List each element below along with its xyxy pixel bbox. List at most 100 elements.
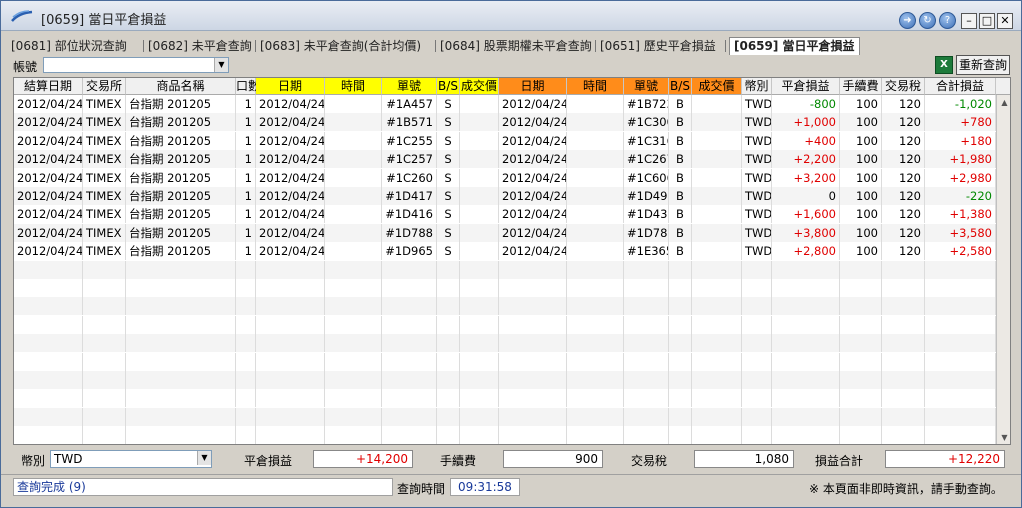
status-message: 查詢完成 (9) — [13, 478, 393, 496]
column-header-close-price[interactable]: 成交價 — [692, 78, 742, 95]
cell-tax: 120 — [882, 242, 925, 261]
cell-product: 台指期 201205 — [126, 187, 236, 205]
scroll-up-icon[interactable]: ▲ — [997, 95, 1010, 110]
table-row[interactable]: 2012/04/24 TIMEX 台指期 201205 1 2012/04/24 #1C2… — [14, 150, 996, 169]
column-header-pl[interactable]: 平倉損益 — [772, 78, 840, 95]
cell-pl: +1,000 — [772, 113, 840, 132]
tab-0651[interactable]: [0651] 歷史平倉損益 — [600, 38, 716, 54]
table-row[interactable]: 2012/04/24 TIMEX 台指期 201205 1 2012/04/24 #1D7… — [14, 223, 996, 242]
tab-0684[interactable]: [0684] 股票期權未平倉查詢 — [440, 38, 592, 54]
cell-close-bs — [669, 315, 692, 334]
column-header-open-bs[interactable]: B/S — [437, 78, 460, 95]
help-icon[interactable]: ? — [939, 12, 956, 29]
column-header-spacer — [996, 78, 1010, 95]
cell-open-time — [325, 150, 382, 169]
column-header-open-time[interactable]: 時間 — [325, 78, 382, 95]
chevron-down-icon[interactable]: ▼ — [214, 58, 228, 72]
cell-currency — [742, 279, 772, 297]
account-label: 帳號 — [13, 60, 38, 74]
column-header-close-date[interactable]: 日期 — [499, 78, 567, 95]
cell-quantity — [236, 260, 256, 279]
vertical-scrollbar[interactable]: ▲ ▼ — [996, 95, 1010, 444]
excel-icon[interactable]: X — [935, 56, 953, 74]
tab-0681[interactable]: [0681] 部位狀況查詢 — [11, 38, 127, 54]
cell-pl — [772, 371, 840, 389]
tab-0659[interactable]: [0659] 當日平倉損益 — [729, 37, 860, 55]
cell-close-order-no — [624, 334, 669, 353]
column-header-close-order-no[interactable]: 單號 — [624, 78, 669, 95]
cell-close-date — [499, 407, 567, 426]
query-time-label: 查詢時間 — [397, 482, 446, 496]
refresh-icon[interactable]: ↻ — [919, 12, 936, 29]
column-header-close-time[interactable]: 時間 — [567, 78, 624, 95]
cell-close-bs — [669, 407, 692, 426]
cell-quantity: 1 — [236, 168, 256, 187]
column-header-close-bs[interactable]: B/S — [669, 78, 692, 95]
cell-open-bs: S — [437, 242, 460, 261]
cell-total-pl: +3,580 — [925, 223, 996, 242]
cell-product — [126, 297, 236, 316]
cell-close-bs: B — [669, 95, 692, 113]
tab-0682[interactable]: [0682] 未平倉查詢 — [148, 38, 252, 54]
cell-open-time — [325, 334, 382, 353]
summary-fee-value: 900 — [503, 450, 603, 468]
column-header-open-order-no[interactable]: 單號 — [382, 78, 437, 95]
column-header-total-pl[interactable]: 合計損益 — [925, 78, 996, 95]
cell-tax: 120 — [882, 187, 925, 205]
column-header-fee[interactable]: 手續費 — [840, 78, 882, 95]
table-row[interactable]: 2012/04/24 TIMEX 台指期 201205 1 2012/04/24 #1C2… — [14, 131, 996, 150]
table-row[interactable]: 2012/04/24 TIMEX 台指期 201205 1 2012/04/24 #1B5… — [14, 113, 996, 132]
cell-pl: +2,200 — [772, 150, 840, 169]
column-header-tax[interactable]: 交易稅 — [882, 78, 925, 95]
cell-fee: 100 — [840, 95, 882, 113]
table-row[interactable]: 2012/04/24 TIMEX 台指期 201205 1 2012/04/24 #1C2… — [14, 168, 996, 187]
close-button[interactable]: ✕ — [997, 13, 1013, 29]
column-header-settle-date[interactable]: 結算日期 — [14, 78, 83, 95]
maximize-button[interactable]: □ — [979, 13, 995, 29]
cell-open-price — [460, 297, 499, 316]
cell-close-order-no — [624, 371, 669, 389]
cell-close-order-no: #1D789 — [624, 223, 669, 242]
table-row[interactable]: 2012/04/24 TIMEX 台指期 201205 1 2012/04/24 #1D4… — [14, 187, 996, 205]
currency-select[interactable]: TWD ▼ — [50, 450, 212, 468]
minimize-button[interactable]: – — [961, 13, 977, 29]
column-header-currency[interactable]: 幣別 — [742, 78, 772, 95]
cell-fee — [840, 352, 882, 371]
empty-row — [14, 371, 996, 389]
table-row[interactable]: 2012/04/24 TIMEX 台指期 201205 1 2012/04/24 #1A4… — [14, 95, 996, 113]
cell-open-date: 2012/04/24 — [256, 131, 325, 150]
column-header-exchange[interactable]: 交易所 — [83, 78, 126, 95]
summary-currency-label: 幣別 — [21, 454, 46, 468]
scroll-down-icon[interactable]: ▼ — [997, 430, 1010, 444]
cell-product: 台指期 201205 — [126, 242, 236, 261]
export-arrow-icon[interactable]: ➜ — [899, 12, 916, 29]
cell-product: 台指期 201205 — [126, 95, 236, 113]
app-logo-icon — [11, 10, 33, 22]
cell-product — [126, 371, 236, 389]
cell-close-bs — [669, 297, 692, 316]
column-header-quantity[interactable]: 口數 — [236, 78, 260, 95]
cell-total-pl: +180 — [925, 131, 996, 150]
summary-total-value: +12,220 — [885, 450, 1005, 468]
cell-open-time — [325, 205, 382, 224]
cell-close-date: 2012/04/24 — [499, 150, 567, 169]
cell-close-bs — [669, 334, 692, 353]
cell-exchange — [83, 260, 126, 279]
requery-button[interactable]: 重新查詢 — [956, 55, 1010, 75]
tab-separator — [143, 40, 144, 52]
account-select[interactable]: ▼ — [43, 57, 229, 73]
table-row[interactable]: 2012/04/24 TIMEX 台指期 201205 1 2012/04/24 #1D4… — [14, 205, 996, 224]
column-header-open-price[interactable]: 成交價 — [460, 78, 499, 95]
table-row[interactable]: 2012/04/24 TIMEX 台指期 201205 1 2012/04/24 #1D9… — [14, 242, 996, 261]
chevron-down-icon[interactable]: ▼ — [197, 451, 211, 465]
cell-close-price — [692, 131, 742, 150]
cell-total-pl: -220 — [925, 187, 996, 205]
empty-row — [14, 334, 996, 353]
tab-0683[interactable]: [0683] 未平倉查詢(合計均價) — [260, 38, 421, 54]
cell-open-date: 2012/04/24 — [256, 95, 325, 113]
cell-open-bs: S — [437, 168, 460, 187]
column-header-product[interactable]: 商品名稱 — [126, 78, 236, 95]
cell-product: 台指期 201205 — [126, 131, 236, 150]
column-header-open-date[interactable]: 日期 — [256, 78, 325, 95]
tab-separator — [595, 40, 596, 52]
